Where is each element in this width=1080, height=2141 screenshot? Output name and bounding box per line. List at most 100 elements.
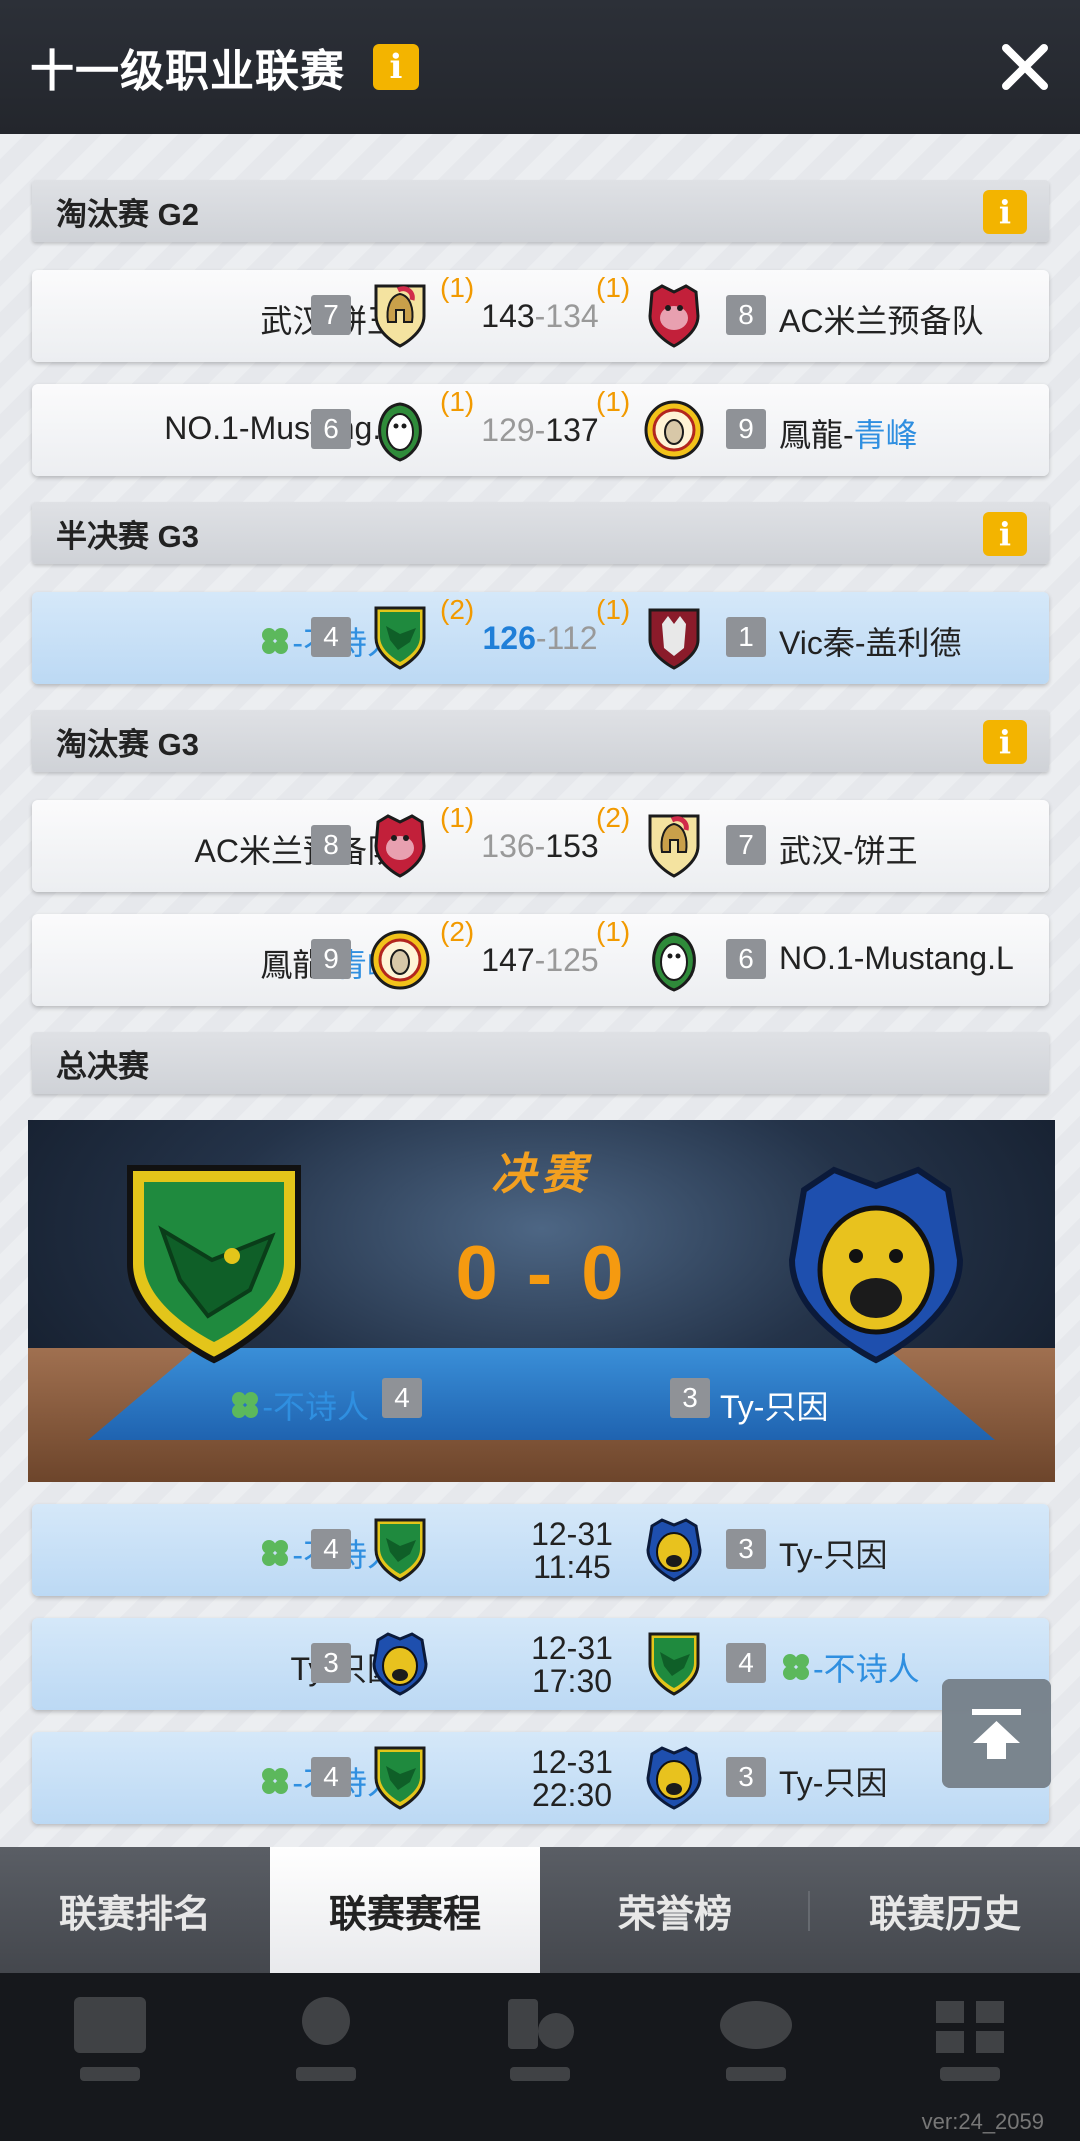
clover-icon [262, 1768, 289, 1794]
home-score: 129 [481, 412, 535, 448]
info-icon[interactable]: i [983, 512, 1027, 556]
nav-ghost-icon [720, 2001, 792, 2081]
away-team-name: Ty-只因 [779, 1537, 888, 1573]
section-header: 淘汰赛 G2 i [32, 180, 1049, 242]
tab-league-schedule[interactable]: 联赛赛程 [270, 1847, 540, 1973]
nav-ghost-icon [936, 2001, 1004, 2081]
blue-gorilla-logo-icon [646, 1518, 702, 1582]
clover-icon [262, 628, 289, 654]
home-team-name: NO.1-Mustang.L [164, 410, 399, 446]
away-team-prefix: 鳳龍- [779, 417, 854, 453]
green-dragon-logo-icon [127, 1165, 301, 1364]
game-time: 22:30 [531, 1777, 613, 1813]
spartan-helmet-logo-icon [648, 814, 700, 878]
green-dragon-logo-icon [648, 1632, 700, 1696]
home-score: 136 [481, 828, 535, 864]
match-row[interactable]: NO.1-Mustang.L 6 (1) 129-137 (1) 9 鳳龍-青峰 [32, 384, 1049, 476]
home-seed-badge: 8 [311, 825, 351, 865]
away-seed-badge: 3 [726, 1529, 766, 1569]
tab-label: 荣誉榜 [617, 1893, 732, 1936]
away-seed-badge: 3 [726, 1757, 766, 1797]
wolf-crest-logo-icon [648, 608, 700, 670]
away-team-suffix: 青峰 [853, 417, 918, 453]
info-icon[interactable]: i [373, 44, 419, 90]
ram-medallion-logo-icon [370, 930, 430, 990]
spartan-helmet-logo-icon [374, 284, 426, 348]
away-team-name: -不诗人 [779, 1644, 920, 1690]
match-row[interactable]: -不诗人 4 (2) 126-112 (1) 1 Vic秦-盖利德 [32, 592, 1049, 684]
clover-icon [783, 1654, 809, 1680]
tab-league-ranking[interactable]: 联赛排名 [0, 1847, 270, 1973]
close-icon[interactable] [998, 40, 1052, 94]
away-seed-badge: 1 [726, 617, 766, 657]
away-team-name: NO.1-Mustang.L [779, 940, 1014, 976]
away-seed-badge: 9 [726, 409, 766, 449]
game-schedule: 12-31 17:30 [502, 1632, 642, 1698]
version-label: ver:24_2059 [921, 2109, 1044, 2134]
tab-league-history[interactable]: 联赛历史 [810, 1847, 1080, 1973]
away-seed-badge: 4 [726, 1643, 766, 1683]
green-dragon-logo-icon [374, 1746, 426, 1810]
away-team-name: Ty-只因 [779, 1765, 888, 1801]
finals-away-team: Ty-只因 [720, 1389, 829, 1425]
clover-icon [232, 1392, 259, 1418]
home-team-name: AC米兰预备队 [194, 833, 399, 869]
match-row[interactable]: -不诗人 4 12-3122:30 3 Ty-只因 [32, 1732, 1049, 1824]
home-seed-badge: 6 [311, 409, 351, 449]
match-row[interactable]: 鳳龍-青峰 9 (2) 147-125 (1) 6 NO.1-Mustang.L [32, 914, 1049, 1006]
home-score: 147 [481, 942, 535, 978]
blue-gorilla-logo-icon [788, 1166, 964, 1364]
nav-ghost-icon [508, 1999, 574, 2081]
section-header: 淘汰赛 G3 i [32, 710, 1049, 772]
info-icon[interactable]: i [983, 190, 1027, 234]
away-score: 153 [545, 828, 599, 864]
finals-home-label: -不诗人 [262, 1389, 369, 1425]
away-score: 134 [545, 298, 599, 334]
page-title: 十一级职业联赛 [30, 47, 345, 96]
game-date: 12-31 [531, 1516, 613, 1552]
away-seed-badge: 8 [726, 295, 766, 335]
tab-bar: 联赛排名 联赛赛程 荣誉榜 联赛历史 [0, 1847, 1080, 1973]
home-score: 143 [481, 298, 535, 334]
match-row[interactable]: Ty-只因 3 12-3117:30 4 -不诗人 [32, 1618, 1049, 1710]
green-dragon-logo-icon [374, 606, 426, 670]
away-team-name: 武汉-饼王 [779, 833, 918, 869]
blue-gorilla-logo-icon [372, 1632, 428, 1696]
blue-gorilla-logo-icon [646, 1746, 702, 1810]
home-seed-badge: 9 [311, 939, 351, 979]
away-seed-badge: 7 [726, 825, 766, 865]
away-series-wins: (2) [596, 802, 631, 833]
section-title: 总决赛 [56, 1048, 149, 1084]
section-header: 总决赛 [32, 1032, 1049, 1094]
game-schedule: 12-31 22:30 [502, 1746, 642, 1812]
laurel-goat-logo-icon [652, 932, 696, 992]
away-team-name: 鳳龍-青峰 [779, 410, 918, 456]
game-date: 12-31 [531, 1744, 613, 1780]
home-seed-badge: 3 [311, 1643, 351, 1683]
away-series-wins: (1) [596, 594, 631, 625]
match-row[interactable]: AC米兰预备队 8 (1) 136-153 (2) 7 武汉-饼王 [32, 800, 1049, 892]
game-time: 11:45 [533, 1549, 611, 1585]
away-score: 137 [545, 412, 599, 448]
scroll-to-top-button[interactable] [942, 1679, 1051, 1788]
schedule-list[interactable]: 淘汰赛 G2 i 武汉-饼王 7 (1) 143-134 (1) 8 AC米兰预… [0, 134, 1080, 1847]
nav-ghost-icon [74, 1997, 146, 2081]
game-date: 12-31 [531, 1630, 613, 1666]
top-bar: 十一级职业联赛 i [0, 0, 1080, 134]
home-seed-badge: 4 [311, 1529, 351, 1569]
tab-honor-roll[interactable]: 荣誉榜 [540, 1847, 810, 1973]
away-seed-badge: 6 [726, 939, 766, 979]
home-seed-badge: 7 [311, 295, 351, 335]
away-series-wins: (1) [596, 916, 631, 947]
match-row[interactable]: 武汉-饼王 7 (1) 143-134 (1) 8 AC米兰预备队 [32, 270, 1049, 362]
away-score: 112 [546, 620, 598, 656]
laurel-goat-logo-icon [378, 402, 422, 462]
section-title: 半决赛 G3 [56, 518, 199, 554]
nav-ghost-icon [296, 1997, 356, 2081]
section-title: 淘汰赛 G2 [56, 196, 199, 232]
green-dragon-logo-icon [374, 1518, 426, 1582]
game-time: 17:30 [531, 1663, 613, 1699]
finals-banner[interactable]: 决赛 0 - 0 -不诗人 4 3 Ty-只因 [28, 1120, 1055, 1482]
info-icon[interactable]: i [983, 720, 1027, 764]
match-row[interactable]: -不诗人 4 12-3111:45 3 Ty-只因 [32, 1504, 1049, 1596]
